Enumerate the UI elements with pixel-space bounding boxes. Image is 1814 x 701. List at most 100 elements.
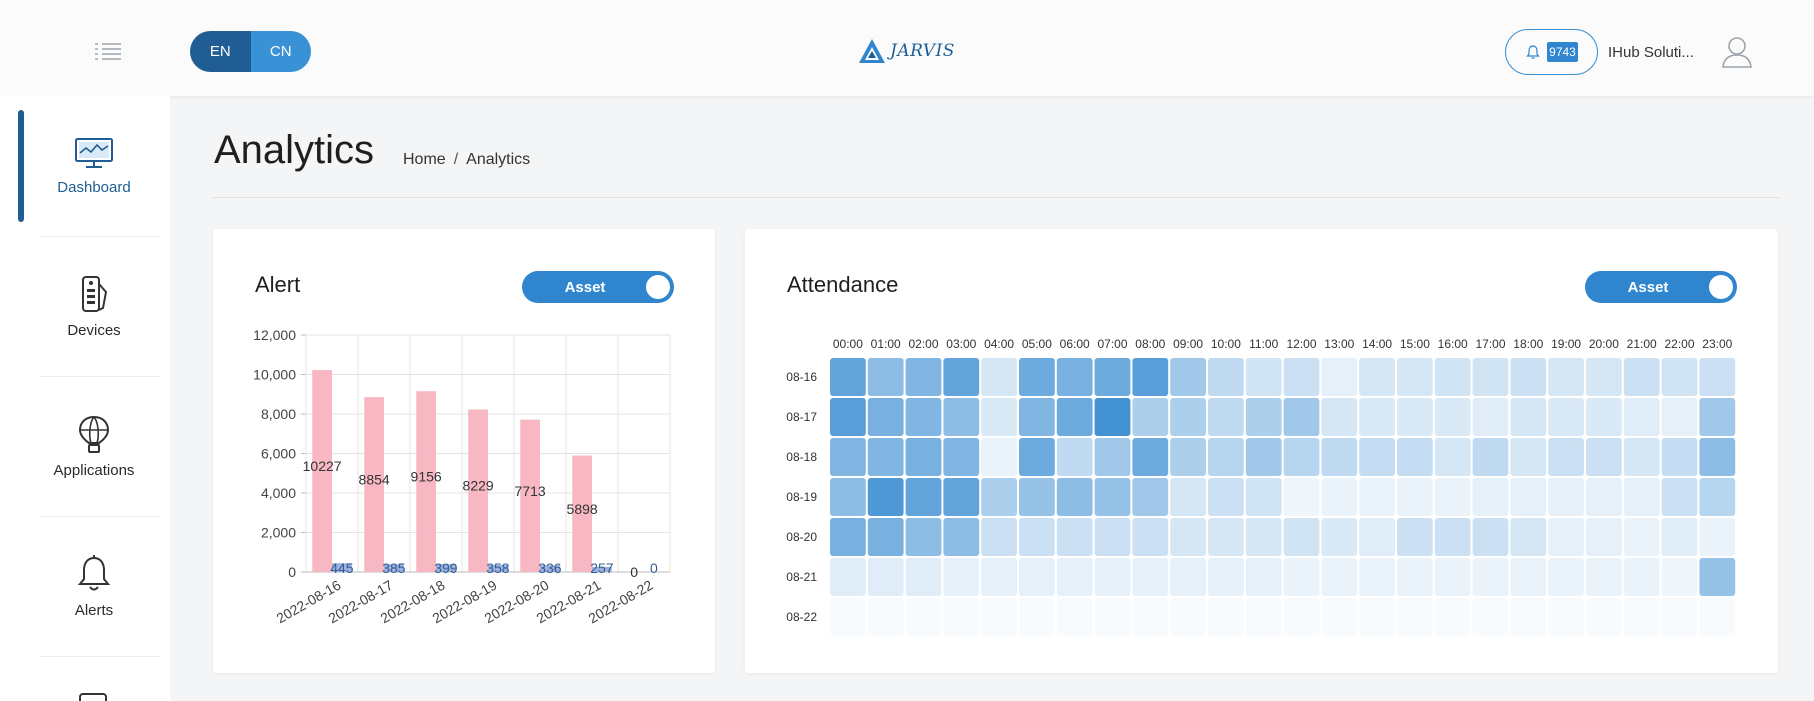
sidebar-item-label: Devices [67,321,121,339]
heatmap-cell [1586,398,1622,436]
lang-cn-button[interactable]: CN [250,31,311,72]
heatmap-cell [1132,558,1169,596]
heatmap-cell [1472,398,1509,436]
heatmap-cell [1094,478,1131,516]
breadcrumb-current: Analytics [466,151,531,168]
monitor-chart-icon [75,137,113,168]
y-tick-label: 12,000 [253,327,296,343]
heatmap-cell [905,358,942,396]
heatmap-cell [1623,478,1660,516]
heatmap-cell [1170,478,1206,516]
breadcrumb: Home / Analytics [403,151,530,169]
heatmap-cell [1699,478,1736,516]
heatmap-cell [1548,518,1584,556]
lang-en-button[interactable]: EN [190,31,251,72]
x-axis-label: 13:00 [1324,337,1354,351]
heatmap-cell [1586,478,1622,516]
heatmap-cell [1019,518,1055,556]
y-tick-label: 4,000 [261,485,296,501]
jarvis-logo[interactable]: JARVIS [858,38,955,64]
heatmap-cell [1548,398,1584,436]
heatmap-cell [1283,518,1320,556]
heatmap-cell [1661,358,1698,396]
heatmap-cell [1623,358,1660,396]
heatmap-cell [830,478,866,516]
y-axis-label: 08-18 [786,450,817,464]
heatmap-cell [905,478,942,516]
heatmap-cell [1170,598,1206,636]
heatmap-cell [1208,558,1244,596]
attendance-card: Attendance Asset 00:00 01:00 02:00 03:00 04:… [745,229,1778,673]
heatmap-cell [1472,518,1509,556]
data-label: 399 [434,560,458,576]
menu-toggle-icon[interactable] [94,42,122,62]
heatmap-cell [943,478,980,516]
sidebar-divider [40,376,160,377]
heatmap-cell [981,518,1017,556]
sidebar-item-devices[interactable]: Devices [24,246,164,366]
heatmap-cell [1472,438,1509,476]
data-label: 9156 [411,469,442,485]
heatmap-cell [1208,358,1244,396]
x-axis-label: 01:00 [871,337,901,351]
heatmap-cell [1473,598,1509,636]
heatmap-cell [1056,518,1093,556]
heatmap-cell [1359,558,1395,596]
heatmap-cell [1359,598,1395,636]
heatmap-cell [905,398,942,436]
heatmap-cell [1283,478,1320,516]
heatmap-cell [1359,398,1395,436]
alert-card: Alert Asset 0 2,000 4,000 6,000 8,000 10,000 1… [213,229,715,673]
heatmap-cell [1245,518,1282,556]
heatmap-cell [1359,518,1395,556]
y-axis-label: 08-22 [786,610,817,624]
heatmap-cell [1397,558,1433,596]
heatmap-cell [1623,518,1660,556]
more-nav-icon[interactable] [78,692,108,701]
notifications-button[interactable]: 9743 [1505,29,1598,75]
heatmap-cell [1661,398,1698,436]
data-label: 385 [382,560,406,576]
heatmap-cell [1397,478,1433,516]
heatmap-cell [1699,558,1736,596]
heatmap-cell [1208,398,1244,436]
heatmap-cell [830,358,866,396]
heatmap-cell [1661,518,1698,556]
heatmap-cell [1321,518,1358,556]
heatmap-cell [1510,558,1547,596]
heatmap-cell [1699,518,1736,556]
heatmap-cell [1245,398,1282,436]
heatmap-cell [943,518,980,556]
heatmap-cell [1359,358,1395,396]
logo-mark-icon [859,39,885,63]
user-avatar-icon[interactable] [1721,35,1753,69]
y-axis-label: 08-19 [786,490,817,504]
heatmap-cell [1170,518,1206,556]
heatmap-cell [1321,358,1358,396]
y-axis-label: 08-16 [786,370,817,384]
breadcrumb-home-link[interactable]: Home [403,151,446,169]
y-tick-label: 8,000 [261,406,296,422]
sidebar-divider [40,236,160,237]
data-label: 0 [650,560,658,576]
heatmap-cell [981,358,1017,396]
heatmap-cell [1132,598,1168,636]
sidebar-item-alerts[interactable]: Alerts [24,526,164,646]
heatmap-cell [943,398,980,436]
heatmap-cell [1586,558,1622,596]
data-label: 257 [590,560,614,576]
heatmap-cell [981,438,1017,476]
heatmap-cell [1321,398,1358,436]
heatmap-cell [1661,558,1698,596]
heatmap-cell [1208,598,1244,636]
heatmap-cell [1397,598,1433,636]
user-name[interactable]: IHub Soluti... [1608,44,1694,61]
heatmap-cell [1019,438,1055,476]
sidebar-item-applications[interactable]: Applications [24,386,164,506]
y-tick-label: 10,000 [253,367,296,383]
x-axis-label: 15:00 [1400,337,1430,351]
heatmap-cell [830,398,866,436]
heatmap-cell [1510,358,1547,396]
sidebar-item-dashboard[interactable]: Dashboard [24,106,164,226]
heatmap-cell [1208,478,1244,516]
